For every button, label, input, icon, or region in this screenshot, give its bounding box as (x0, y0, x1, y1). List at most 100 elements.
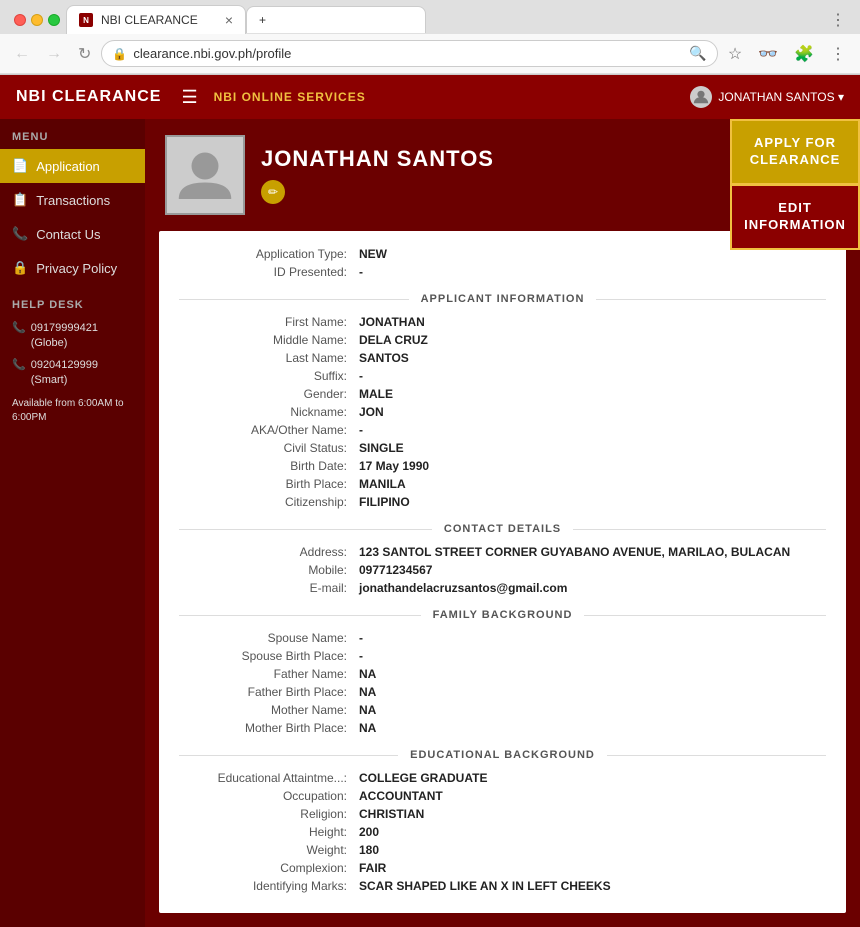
sidebar-item-privacy[interactable]: 🔒 Privacy Policy (0, 251, 145, 285)
contact-icon: 📞 (12, 226, 28, 242)
edit-information-button[interactable]: EDIT INFORMATION (730, 184, 860, 250)
divider-line-right (596, 299, 826, 300)
education-section-divider: EDUCATIONAL BACKGROUND (179, 749, 826, 761)
action-buttons: APPLY FOR CLEARANCE EDIT INFORMATION (730, 119, 860, 250)
application-type-row: Application Type: NEW (179, 247, 826, 261)
search-icon: 🔍 (689, 45, 706, 62)
table-row: Suffix:- (179, 369, 826, 383)
field-label: Complexion: (179, 861, 359, 875)
field-label: Spouse Name: (179, 631, 359, 645)
phone1: 📞 09179999421 (Globe) (12, 321, 133, 352)
table-row: E-mail:jonathandelacruzsantos@gmail.com (179, 581, 826, 595)
field-value: 123 SANTOL STREET CORNER GUYABANO AVENUE… (359, 545, 790, 559)
bookmark-button[interactable]: ☆ (722, 41, 748, 67)
field-value: NA (359, 703, 376, 717)
transactions-icon: 📋 (12, 192, 28, 208)
field-value: 180 (359, 843, 379, 857)
menu-label: MENU (0, 119, 145, 149)
field-label: Spouse Birth Place: (179, 649, 359, 663)
tab-title: NBI CLEARANCE (101, 13, 198, 27)
table-row: Civil Status:SINGLE (179, 441, 826, 455)
availability-text: Available from 6:00AM to 6:00PM (12, 397, 133, 425)
field-value: - (359, 631, 363, 645)
main-content: JONATHAN SANTOS ✏ APPLY FOR CLEARANCE ED… (145, 119, 860, 927)
table-row: Father Name:NA (179, 667, 826, 681)
privacy-icon: 🔒 (12, 260, 28, 276)
close-traffic-light[interactable] (14, 14, 26, 26)
field-value: SINGLE (359, 441, 404, 455)
browser-settings-button[interactable]: ⋮ (824, 41, 852, 67)
field-label: Educational Attaintme...: (179, 771, 359, 785)
address-bar[interactable]: 🔒 clearance.nbi.gov.ph/profile 🔍 (101, 40, 717, 67)
header-username[interactable]: JONATHAN SANTOS ▾ (718, 90, 844, 104)
table-row: Complexion:FAIR (179, 861, 826, 875)
field-label: Father Birth Place: (179, 685, 359, 699)
new-tab-button[interactable]: + (246, 6, 426, 33)
back-button[interactable]: ← (8, 42, 36, 66)
divider-line-right (573, 529, 826, 530)
applicant-fields: First Name:JONATHAN Middle Name:DELA CRUZ… (179, 315, 826, 509)
sidebar-item-label: Application (36, 159, 100, 174)
sidebar-item-label: Transactions (36, 193, 110, 208)
table-row: Weight:180 (179, 843, 826, 857)
field-value: ACCOUNTANT (359, 789, 443, 803)
app-body: MENU 📄 Application 📋 Transactions 📞 Cont… (0, 119, 860, 927)
application-icon: 📄 (12, 158, 28, 174)
minimize-traffic-light[interactable] (31, 14, 43, 26)
field-label: First Name: (179, 315, 359, 329)
field-value: jonathandelacruzsantos@gmail.com (359, 581, 567, 595)
app-header: NBI CLEARANCE ☰ NBI ONLINE SERVICES JONA… (0, 75, 860, 119)
browser-tab[interactable]: N NBI CLEARANCE × (66, 5, 246, 34)
sidebar-item-transactions[interactable]: 📋 Transactions (0, 183, 145, 217)
helpdesk-section: HELP DESK 📞 09179999421 (Globe) 📞 092041… (0, 285, 145, 439)
maximize-traffic-light[interactable] (48, 14, 60, 26)
table-row: Height:200 (179, 825, 826, 839)
sidebar-item-label: Privacy Policy (36, 261, 117, 276)
table-row: Mother Name:NA (179, 703, 826, 717)
field-label: Citizenship: (179, 495, 359, 509)
table-row: Citizenship:FILIPINO (179, 495, 826, 509)
contact-section-title: CONTACT DETAILS (432, 523, 573, 535)
table-row: Nickname:JON (179, 405, 826, 419)
table-row: Address:123 SANTOL STREET CORNER GUYABAN… (179, 545, 826, 559)
table-row: Birth Place:MANILA (179, 477, 826, 491)
field-value: MALE (359, 387, 393, 401)
field-label: AKA/Other Name: (179, 423, 359, 437)
id-presented-label: ID Presented: (179, 265, 359, 279)
phone2-icon: 📞 (12, 358, 26, 373)
family-section-title: FAMILY BACKGROUND (421, 609, 585, 621)
hamburger-button[interactable]: ☰ (181, 87, 197, 108)
url-text: clearance.nbi.gov.ph/profile (133, 46, 683, 61)
table-row: Gender:MALE (179, 387, 826, 401)
sidebar: MENU 📄 Application 📋 Transactions 📞 Cont… (0, 119, 145, 927)
field-value: NA (359, 667, 376, 681)
field-label: Height: (179, 825, 359, 839)
reload-button[interactable]: ↻ (72, 41, 97, 67)
table-row: Religion:CHRISTIAN (179, 807, 826, 821)
header-nav-link[interactable]: NBI ONLINE SERVICES (214, 90, 691, 104)
field-label: Address: (179, 545, 359, 559)
table-row: Middle Name:DELA CRUZ (179, 333, 826, 347)
field-value: MANILA (359, 477, 406, 491)
browser-more-button[interactable]: ⋮ (824, 7, 852, 33)
reader-button[interactable]: 👓 (752, 41, 784, 67)
field-value: FAIR (359, 861, 386, 875)
field-label: E-mail: (179, 581, 359, 595)
table-row: First Name:JONATHAN (179, 315, 826, 329)
field-value: 200 (359, 825, 379, 839)
forward-button[interactable]: → (40, 42, 68, 66)
field-label: Nickname: (179, 405, 359, 419)
field-value: COLLEGE GRADUATE (359, 771, 487, 785)
apply-clearance-button[interactable]: APPLY FOR CLEARANCE (730, 119, 860, 184)
profile-edit-icon[interactable]: ✏ (261, 180, 285, 204)
field-label: Civil Status: (179, 441, 359, 455)
field-label: Weight: (179, 843, 359, 857)
application-type-value: NEW (359, 247, 387, 261)
sidebar-item-contact[interactable]: 📞 Contact Us (0, 217, 145, 251)
phone1-icon: 📞 (12, 321, 26, 336)
sidebar-item-application[interactable]: 📄 Application (0, 149, 145, 183)
field-label: Mobile: (179, 563, 359, 577)
close-tab-button[interactable]: × (225, 12, 233, 28)
table-row: Spouse Name:- (179, 631, 826, 645)
extensions-button[interactable]: 🧩 (788, 41, 820, 67)
